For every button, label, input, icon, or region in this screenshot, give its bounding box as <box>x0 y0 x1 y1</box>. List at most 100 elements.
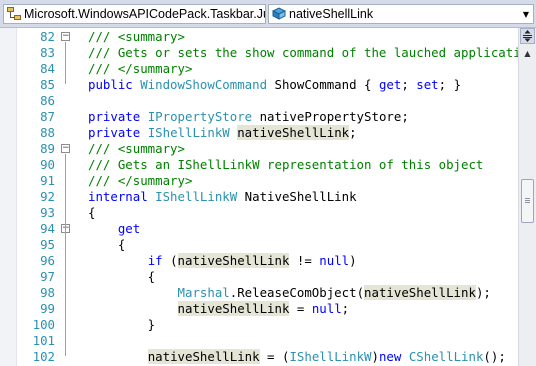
code-text: /// Gets or sets the show command of the… <box>88 45 518 61</box>
scroll-up-icon[interactable]: ▲ <box>520 46 535 61</box>
code-token: Marshal <box>177 285 230 300</box>
code-line[interactable]: 99 nativeShellLink = null; <box>0 301 518 317</box>
chevron-down-icon[interactable]: ▼ <box>519 5 533 23</box>
code-token: { <box>88 205 96 220</box>
line-number: 84 <box>40 61 55 76</box>
line-number: 102 <box>32 349 55 364</box>
code-token: .ReleaseComObject( <box>229 285 365 300</box>
code-token: private <box>88 125 148 140</box>
code-token: CShellLink <box>408 349 484 364</box>
line-number: 88 <box>40 125 55 140</box>
code-text: /// </summary> <box>88 61 192 77</box>
line-number: 99 <box>40 301 55 316</box>
code-line[interactable]: 82− /// <summary> <box>0 29 518 45</box>
vertical-scrollbar[interactable]: ▲ <box>518 28 536 366</box>
code-token: ; <box>341 301 350 316</box>
code-token: ; <box>401 77 417 92</box>
code-line[interactable]: 84 /// </summary> <box>0 61 518 77</box>
code-token: { <box>88 269 156 284</box>
code-token: ); <box>475 285 491 300</box>
code-token: ShowCommand { <box>267 77 379 92</box>
code-text: private IShellLinkW nativeShellLink; <box>88 125 357 141</box>
code-line[interactable]: 91 /// </summary> <box>0 173 518 189</box>
line-number: 94 <box>40 221 55 236</box>
code-token: != <box>289 253 320 268</box>
splitter-icon[interactable] <box>520 28 535 44</box>
code-text: /// <summary> <box>88 29 185 45</box>
code-line[interactable]: 89− /// <summary> <box>0 141 518 157</box>
line-number: 83 <box>40 45 55 60</box>
line-number: 87 <box>40 109 55 124</box>
code-line[interactable]: 88 private IShellLinkW nativeShellLink; <box>0 125 518 141</box>
code-line[interactable]: 85 public WindowShowCommand ShowCommand {… <box>0 77 518 93</box>
line-number: 90 <box>40 157 55 172</box>
collapse-icon[interactable]: − <box>61 32 70 41</box>
code-text: /// <summary> <box>88 141 185 157</box>
code-line[interactable]: 93 { <box>0 205 518 221</box>
scrollbar-thumb[interactable] <box>521 179 534 223</box>
type-dropdown-label: Microsoft.WindowsAPICodePack.Taskbar.Ju <box>24 7 265 21</box>
code-line[interactable]: 83 /// Gets or sets the show command of t… <box>0 45 518 61</box>
line-number: 100 <box>32 317 55 332</box>
line-number: 95 <box>40 237 55 252</box>
line-number: 96 <box>40 253 55 268</box>
code-token: ) <box>349 253 357 268</box>
code-token: public <box>88 77 141 92</box>
code-token: /// </summary> <box>88 173 193 188</box>
code-token: /// <summary> <box>88 29 185 44</box>
code-text: { <box>88 269 155 285</box>
code-line[interactable]: 90 /// Gets an IShellLinkW representation… <box>0 157 518 173</box>
outlining-guide <box>65 42 66 84</box>
code-text: if (nativeShellLink != null) <box>88 253 357 269</box>
code-text: { <box>88 205 95 221</box>
code-line[interactable]: 96 if (nativeShellLink != null) <box>0 253 518 269</box>
code-line[interactable]: 87 private IPropertyStore nativePropertyS… <box>0 109 518 125</box>
member-dropdown-label: nativeShellLink <box>289 7 374 21</box>
code-text: private IPropertyStore nativePropertySto… <box>88 109 409 125</box>
code-editor[interactable]: 82−/// <summary> 83/// Gets or sets the s… <box>0 28 518 366</box>
code-line[interactable]: 101 <box>0 333 518 349</box>
line-number: 93 <box>40 205 55 220</box>
code-token: /// Gets or sets the show command of the… <box>88 45 518 60</box>
code-text: get <box>88 221 140 237</box>
code-line[interactable]: 102 nativeShellLink = (IShellLinkW)new C… <box>0 349 518 365</box>
code-token: new <box>378 349 409 364</box>
code-line[interactable]: 100 } <box>0 317 518 333</box>
code-token: null <box>319 253 350 268</box>
code-token: ; <box>349 125 357 140</box>
code-line[interactable]: 94− get <box>0 221 518 237</box>
collapse-icon[interactable]: − <box>61 144 70 153</box>
code-token: = ( <box>259 349 290 364</box>
highlighted-reference: nativeShellLink <box>177 253 290 268</box>
navigation-bar: Microsoft.WindowsAPICodePack.Taskbar.Ju … <box>0 0 536 28</box>
code-line[interactable]: 92 internal IShellLinkW NativeShellLink <box>0 189 518 205</box>
code-token: if <box>147 253 163 268</box>
code-token: NativeShellLink <box>237 189 357 204</box>
line-number: 86 <box>40 93 55 108</box>
code-token: private <box>88 109 148 124</box>
line-number: 85 <box>40 77 55 92</box>
code-token: IPropertyStore <box>147 109 253 124</box>
highlighted-reference: nativeShellLink <box>147 349 260 364</box>
code-line[interactable]: 86 <box>0 93 518 109</box>
highlighted-reference: nativeShellLink <box>364 285 476 300</box>
code-token: IShellLinkW <box>155 189 238 204</box>
code-line[interactable]: 95 { <box>0 237 518 253</box>
code-text: /// </summary> <box>88 173 192 189</box>
code-token: IShellLinkW <box>289 349 372 364</box>
code-token: /// <summary> <box>88 141 185 156</box>
line-number: 91 <box>40 173 55 188</box>
code-token: ; } <box>438 77 462 92</box>
code-text: Marshal.ReleaseComObject(nativeShellLink… <box>88 285 491 301</box>
line-number: 89 <box>40 141 55 156</box>
code-text: nativeShellLink = null; <box>88 301 349 317</box>
code-line[interactable]: 97 { <box>0 269 518 285</box>
code-line[interactable]: 98 Marshal.ReleaseComObject(nativeShellL… <box>0 285 518 301</box>
line-number: 101 <box>32 333 55 348</box>
code-token: get <box>117 221 141 236</box>
code-text: { <box>88 237 125 253</box>
type-dropdown[interactable]: Microsoft.WindowsAPICodePack.Taskbar.Ju <box>3 4 266 24</box>
member-dropdown[interactable]: nativeShellLink ▼ <box>268 4 534 24</box>
